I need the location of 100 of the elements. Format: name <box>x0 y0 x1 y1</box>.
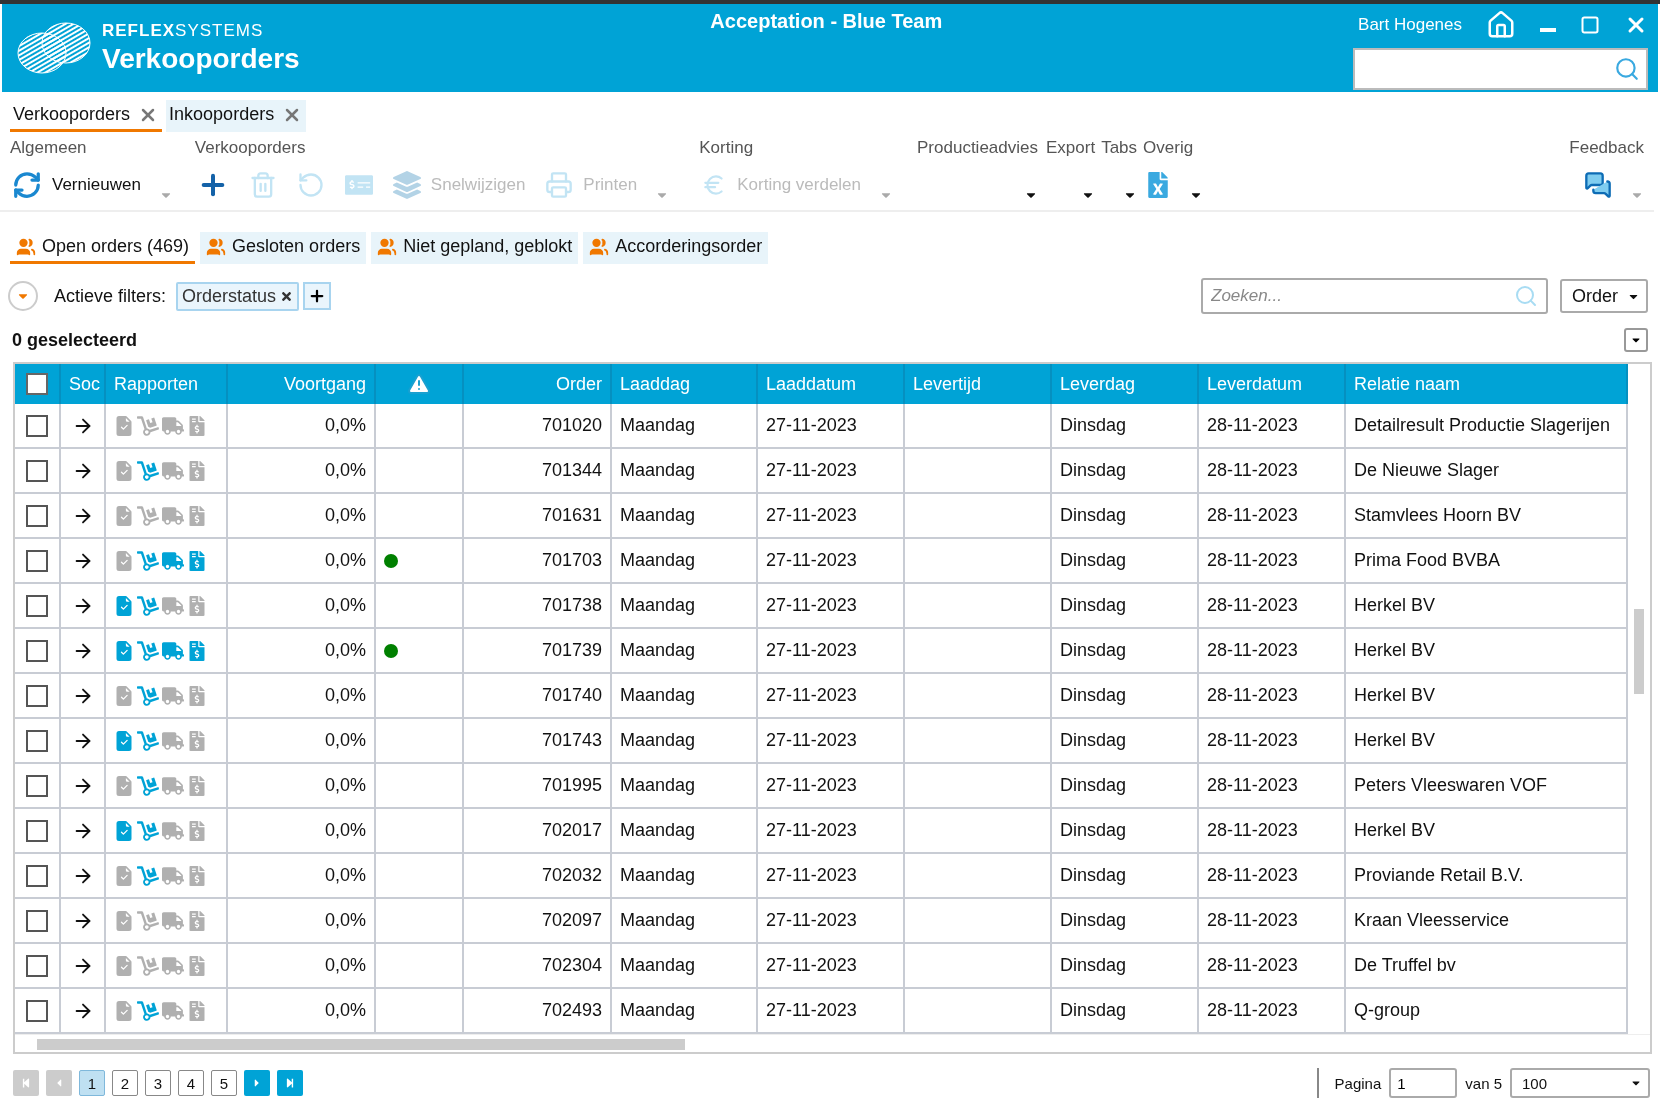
table-cell: 28-11-2023 <box>1199 989 1346 1034</box>
table-cell: 0,0% <box>228 584 376 629</box>
table-cell: Dinsdag <box>1052 809 1199 854</box>
printer-icon <box>545 171 574 199</box>
table-cell: 27-11-2023 <box>758 944 905 989</box>
row-checkbox[interactable] <box>26 729 48 752</box>
last-page-button[interactable] <box>277 1070 303 1096</box>
user-name: Bart Hogenes <box>1358 15 1462 35</box>
row-checkbox[interactable] <box>26 909 48 932</box>
view-tab[interactable]: Accorderingsorder <box>583 232 769 264</box>
table-cell: Dinsdag <box>1052 674 1199 719</box>
field-dropdown[interactable]: Order <box>1560 279 1648 313</box>
table-cell: 27-11-2023 <box>758 854 905 899</box>
search-field[interactable] <box>1353 48 1648 90</box>
table-cell: 27-11-2023 <box>758 449 905 494</box>
home-button[interactable] <box>1486 10 1516 40</box>
row-checkbox[interactable] <box>26 639 48 662</box>
table-cell: 28-11-2023 <box>1199 449 1346 494</box>
table-cell: 701703 <box>464 539 612 584</box>
table-cell: 28-11-2023 <box>1199 584 1346 629</box>
table-cell: 0,0% <box>228 629 376 674</box>
table-cell: 27-11-2023 <box>758 989 905 1034</box>
table-cell: Dinsdag <box>1052 449 1199 494</box>
search-field[interactable]: Zoeken... <box>1201 278 1548 314</box>
table-cell: Maandag <box>612 449 758 494</box>
table-cell: Dinsdag <box>1052 944 1199 989</box>
toolbar-group-label: Overig <box>1143 138 1195 158</box>
table-cell: 701995 <box>464 764 612 809</box>
table-cell: 701020 <box>464 404 612 449</box>
toolbar-group-label: Algemeen <box>10 138 88 158</box>
toolbar-group-label: Feedback <box>1569 138 1644 158</box>
table-cell: 28-11-2023 <box>1199 719 1346 764</box>
users-icon <box>589 236 610 257</box>
module-title: Verkooporders <box>102 43 300 75</box>
status-dot <box>384 643 398 658</box>
table-cell: 0,0% <box>228 899 376 944</box>
table-cell: 0,0% <box>228 674 376 719</box>
stack-icon <box>392 171 421 199</box>
document-tab[interactable]: Inkooporders <box>166 100 307 132</box>
table-cell: 28-11-2023 <box>1199 539 1346 584</box>
page-count: van 5 <box>1465 1074 1502 1092</box>
table-cell: Dinsdag <box>1052 899 1199 944</box>
view-tab[interactable]: Gesloten orders <box>200 232 367 264</box>
row-checkbox[interactable] <box>26 774 48 797</box>
table-cell: 27-11-2023 <box>758 539 905 584</box>
view-tab[interactable]: Niet gepland, geblokt <box>371 232 579 264</box>
table-cell: Dinsdag <box>1052 539 1199 584</box>
page-button[interactable]: 3 <box>145 1070 171 1096</box>
toolbar-group-label: Export <box>1046 138 1096 158</box>
select-all-checkbox[interactable] <box>26 373 48 395</box>
table-cell: 0,0% <box>228 719 376 764</box>
page-button[interactable]: 5 <box>211 1070 237 1096</box>
page-size-dropdown[interactable]: 100 <box>1510 1068 1650 1098</box>
horizontal-scrollbar[interactable] <box>15 1034 1650 1052</box>
remove-icon[interactable] <box>280 289 294 303</box>
table-cell: Maandag <box>612 854 758 899</box>
add-filter-button[interactable] <box>303 282 332 310</box>
table-cell: Dinsdag <box>1052 494 1199 539</box>
table-cell: Dinsdag <box>1052 719 1199 764</box>
chat-icon <box>1584 171 1612 199</box>
column-menu-button[interactable] <box>1624 328 1648 352</box>
page-input[interactable]: 1 <box>1389 1068 1458 1098</box>
row-checkbox[interactable] <box>26 504 48 527</box>
table-cell: 701739 <box>464 629 612 674</box>
filters-label: Actieve filters: <box>54 285 167 307</box>
row-checkbox[interactable] <box>26 864 48 887</box>
dropdown-value: Order <box>1572 285 1618 307</box>
table-cell: 28-11-2023 <box>1199 629 1346 674</box>
toolbar-button[interactable]: Vernieuwen <box>10 168 143 202</box>
row-checkbox[interactable] <box>26 549 48 572</box>
table-cell: Dinsdag <box>1052 854 1199 899</box>
refresh-icon <box>12 170 42 200</box>
table-cell: Maandag <box>612 719 758 764</box>
table-cell: 28-11-2023 <box>1199 404 1346 449</box>
page-button[interactable]: 2 <box>112 1070 138 1096</box>
table-cell: 0,0% <box>228 989 376 1034</box>
status-dot <box>384 553 398 568</box>
table-cell: Dinsdag <box>1052 989 1199 1034</box>
page-button[interactable]: 1 <box>79 1070 105 1096</box>
table-cell: 27-11-2023 <box>758 404 905 449</box>
tab-label: Verkooporders <box>13 104 131 125</box>
filter-chip[interactable]: Orderstatus <box>176 281 300 311</box>
table-cell: Dinsdag <box>1052 584 1199 629</box>
home-icon <box>1486 10 1516 40</box>
row-checkbox[interactable] <box>26 414 48 437</box>
table-cell: Maandag <box>612 764 758 809</box>
users-icon <box>377 236 398 257</box>
row-checkbox[interactable] <box>26 999 48 1022</box>
logo-icon <box>16 19 92 77</box>
row-checkbox[interactable] <box>26 684 48 707</box>
row-checkbox[interactable] <box>26 459 48 482</box>
row-checkbox[interactable] <box>26 954 48 977</box>
tab-label: Inkooporders <box>169 104 275 125</box>
maximize-button[interactable] <box>1580 15 1600 35</box>
page-button[interactable]: 4 <box>178 1070 204 1096</box>
row-checkbox[interactable] <box>26 594 48 617</box>
search-icon <box>1514 284 1538 308</box>
table-cell: Maandag <box>612 989 758 1034</box>
dropdown-value: 100 <box>1522 1074 1548 1092</box>
row-checkbox[interactable] <box>26 819 48 842</box>
